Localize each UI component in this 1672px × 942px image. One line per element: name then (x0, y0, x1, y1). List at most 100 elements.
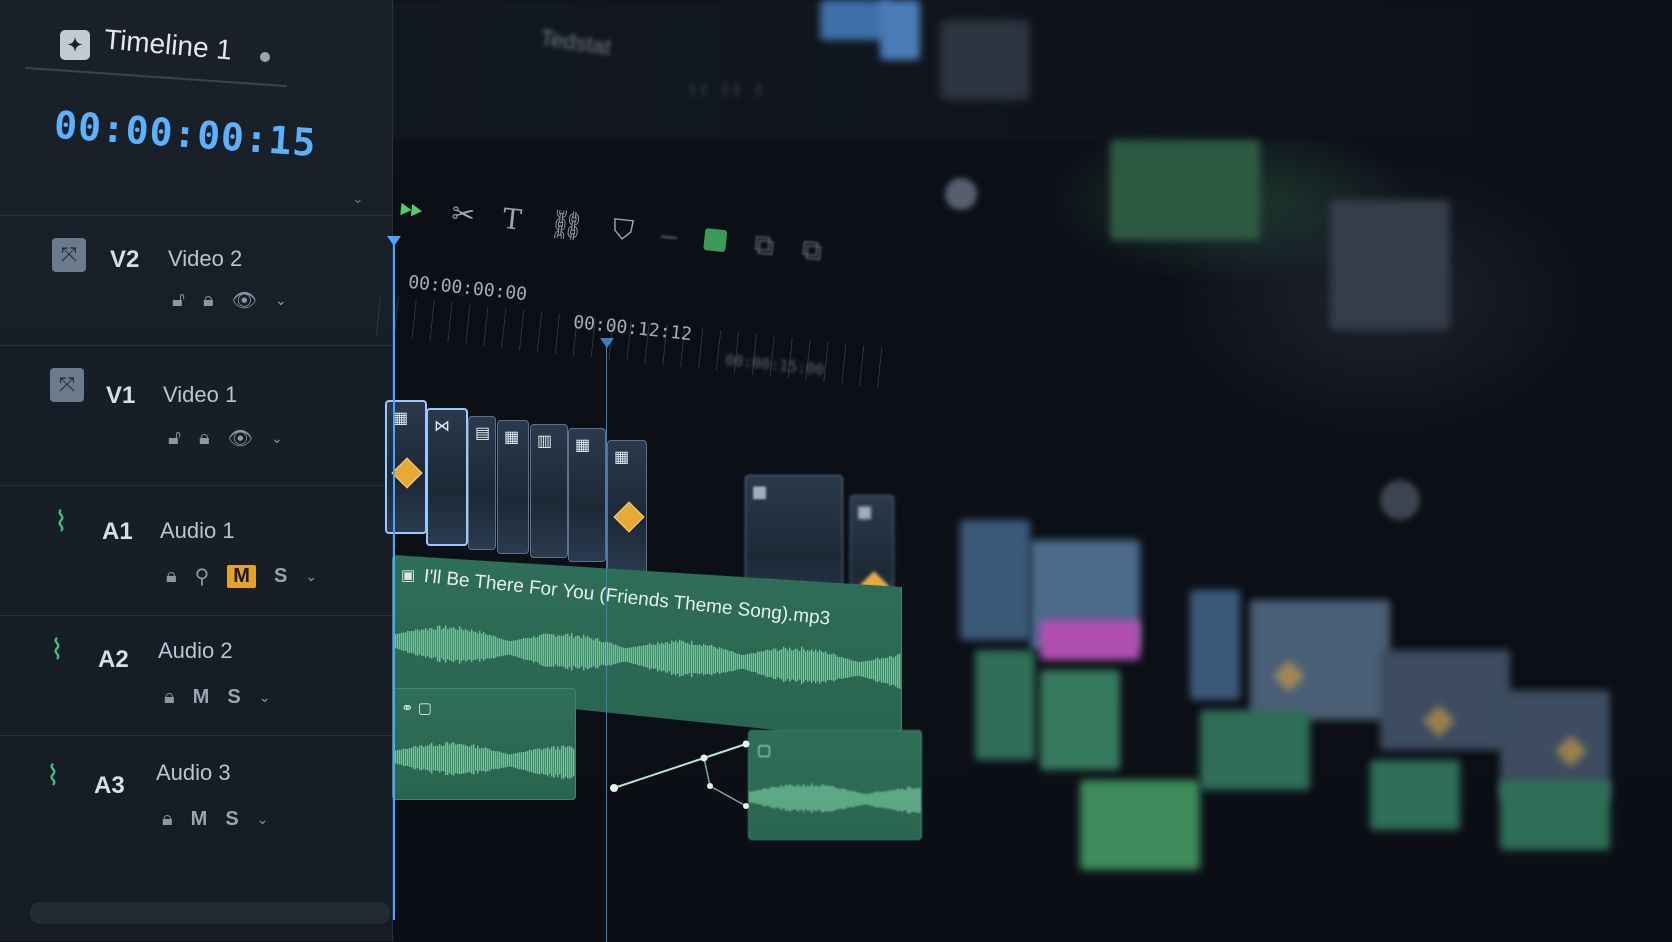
clip-thumbnail-icon: ▦ (614, 449, 630, 466)
video-clip[interactable]: ▦ (607, 440, 647, 574)
header-divider (25, 66, 287, 88)
blurred-audio-clip (1370, 760, 1460, 830)
blurred-tabs: II II I (690, 80, 768, 100)
clip-thumbnail-icon: ▦ (504, 429, 520, 446)
timeline-header: ✦ Timeline 1 (60, 23, 271, 66)
blurred-audio-clip (1200, 710, 1310, 790)
audio-waveform (393, 742, 575, 779)
audio-waveform-icon: ⌇ (54, 505, 68, 537)
mute-button[interactable]: M (227, 565, 256, 588)
solo-button[interactable]: S (227, 686, 240, 709)
blurred-audio-clip (975, 650, 1035, 760)
track-controls: 🔒︎ ⚲ M S ⌄ (166, 564, 317, 589)
text-icon[interactable]: T (501, 201, 523, 236)
eye-icon[interactable]: 👁︎ (228, 426, 253, 451)
video-clip[interactable]: ⋈ (426, 408, 468, 546)
automation-point (610, 784, 618, 792)
track-header-panel: ✦ Timeline 1 00:00:00:15 ⌄ ⤧ V2 Video 2 … (0, 0, 393, 941)
track-name[interactable]: Video 2 (168, 246, 242, 272)
automation-point (742, 740, 750, 748)
blurred-effect-clip (1040, 620, 1140, 660)
track-code: A2 (98, 646, 129, 673)
track-row-a3: ⌇ A3 Audio 3 🔒︎ M S ⌄ (0, 735, 392, 876)
playhead[interactable] (387, 236, 401, 920)
blurred-thumbnail (880, 0, 920, 60)
play-icon[interactable]: ⏩︎ (398, 190, 425, 226)
track-controls: 🔓︎ 🔒︎ 👁︎ ⌄ (172, 288, 287, 313)
video-clip[interactable]: ▦ (497, 420, 529, 554)
unlock-icon[interactable]: 🔓︎ (168, 427, 181, 450)
automation-point (707, 783, 713, 789)
blurred-control-dot (1380, 480, 1420, 520)
secondary-playhead[interactable] (600, 338, 614, 942)
audio-clip-a2b[interactable]: ▢ (748, 730, 922, 840)
track-code: V2 (110, 246, 140, 273)
mute-button[interactable]: M (193, 686, 210, 709)
track-row-v1: ⤧ V1 Video 1 🔓︎ 🔒︎ 👁︎ ⌄ (0, 345, 392, 486)
clip-thumbnail-icon: ▦ (857, 504, 873, 521)
snap-icon[interactable] (703, 228, 728, 253)
video-clip[interactable]: ▦ (385, 400, 427, 534)
track-name[interactable]: Audio 1 (160, 518, 235, 544)
razor-icon[interactable]: ✂︎ (450, 196, 477, 231)
track-name[interactable]: Audio 2 (158, 638, 233, 664)
audio-waveform-icon: ⌇ (50, 633, 64, 665)
timecode-chevron-down-icon[interactable]: ⌄ (352, 190, 364, 207)
lock-icon[interactable]: 🔒︎ (166, 565, 177, 588)
track-controls: 🔓︎ 🔒︎ 👁︎ ⌄ (168, 426, 283, 451)
blurred-thumbnail (940, 20, 1030, 100)
blurred-video-clip (960, 520, 1030, 640)
track-code: A3 (94, 772, 125, 799)
clip-thumbnail-icon: ▦ (393, 410, 409, 427)
video-track-icon: ⤧ (50, 368, 84, 402)
solo-button[interactable]: S (274, 565, 287, 588)
eye-icon[interactable]: 👁︎ (232, 288, 257, 313)
track-name[interactable]: Audio 3 (156, 760, 231, 786)
current-timecode[interactable]: 00:00:00:15 (53, 103, 318, 165)
track-controls: 🔒︎ M S ⌄ (164, 686, 270, 709)
keyframe-diamond[interactable] (391, 457, 423, 489)
select-icon[interactable]: ⧉ (800, 233, 824, 268)
lock-icon[interactable]: 🔒︎ (199, 427, 210, 450)
chevron-down-icon[interactable]: ⌄ (259, 689, 271, 706)
lock-icon[interactable]: 🔒︎ (203, 289, 214, 312)
video-clip[interactable]: ▥ (530, 424, 568, 558)
chevron-down-icon[interactable]: ⌄ (275, 292, 287, 309)
audio-waveform-icon: ⌇ (46, 759, 60, 791)
chevron-down-icon[interactable]: ⌄ (305, 568, 317, 585)
audio-clip-a2[interactable]: ⚭ ▢ (392, 688, 576, 800)
blurred-video-clip (1250, 600, 1390, 720)
video-clip[interactable]: ▤ (468, 416, 496, 550)
automation-point (700, 754, 708, 762)
track-row-a1: ⌇ A1 Audio 1 🔒︎ ⚲ M S ⌄ (0, 485, 392, 616)
timeline-title[interactable]: Timeline 1 (103, 23, 233, 66)
track-row-a2: ⌇ A2 Audio 2 🔒︎ M S ⌄ (0, 615, 392, 736)
blurred-video-clip (1380, 650, 1510, 750)
clip-thumbnail-icon: ▤ (475, 425, 491, 442)
lock-icon[interactable]: 🔒︎ (162, 808, 173, 831)
clip-thumbnail-icon: ▦ (575, 437, 591, 454)
unlock-icon[interactable]: 🔓︎ (172, 289, 185, 312)
video-clip[interactable]: ▦ (568, 428, 606, 562)
ripple-icon[interactable]: ⧉ (753, 228, 776, 263)
mute-button[interactable]: M (191, 808, 208, 831)
lock-icon[interactable]: 🔒︎ (164, 686, 175, 709)
link-icon[interactable]: ⛓︎ (548, 206, 587, 243)
blurred-thumbnail (1330, 200, 1450, 330)
link-icon[interactable]: ⚲ (195, 564, 210, 589)
blurred-thumbnail (1110, 140, 1260, 240)
chevron-down-icon[interactable]: ⌄ (257, 811, 269, 828)
track-code: A1 (102, 518, 133, 545)
track-name[interactable]: Video 1 (163, 382, 237, 408)
track-controls: 🔒︎ M S ⌄ (162, 808, 268, 831)
track-code: V1 (106, 382, 136, 409)
marker-icon[interactable]: ⛉ (611, 213, 635, 248)
keyframe-diamond[interactable] (613, 501, 645, 533)
automation-point (743, 803, 749, 809)
audio-waveform (749, 783, 921, 814)
volume-automation-line[interactable] (600, 730, 760, 820)
solo-button[interactable]: S (225, 808, 238, 831)
horizontal-scrollbar[interactable] (30, 902, 390, 924)
chevron-down-icon[interactable]: ⌄ (271, 430, 283, 447)
track-row-v2: ⤧ V2 Video 2 🔓︎ 🔒︎ 👁︎ ⌄ (0, 215, 392, 346)
